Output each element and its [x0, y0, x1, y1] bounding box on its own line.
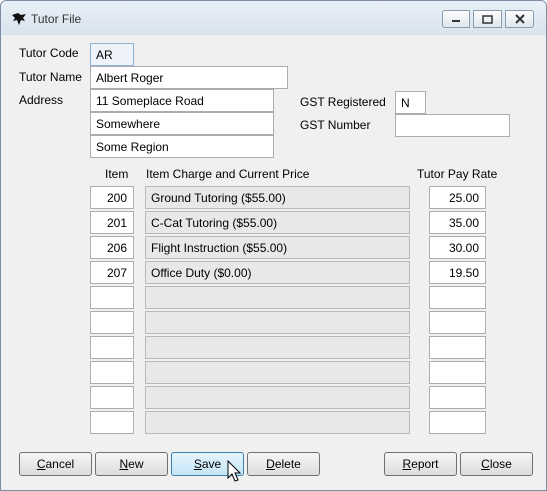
address-label: Address: [19, 93, 64, 107]
close-button-label: Close: [481, 457, 512, 471]
pay-rate-cell[interactable]: 35.00: [429, 211, 486, 234]
delete-button[interactable]: Delete: [247, 452, 320, 476]
charge-cell: [145, 411, 410, 434]
app-logo-icon: [12, 13, 26, 25]
item-cell[interactable]: 207: [90, 261, 134, 284]
charge-column-header: Item Charge and Current Price: [146, 167, 310, 181]
minimize-button[interactable]: [442, 10, 470, 28]
item-cell[interactable]: [90, 336, 134, 359]
close-window-button[interactable]: [505, 10, 534, 28]
charge-cell: [145, 286, 410, 309]
pay-rate-cell[interactable]: 19.50: [429, 261, 486, 284]
charge-cell: Ground Tutoring ($55.00): [145, 186, 410, 209]
tutor-name-label: Tutor Name: [19, 70, 82, 84]
new-button[interactable]: New: [95, 452, 168, 476]
charge-cell: Office Duty ($0.00): [145, 261, 410, 284]
pay-rate-column-header: Tutor Pay Rate: [417, 167, 498, 181]
pay-rate-cell[interactable]: [429, 311, 486, 334]
gst-number-label: GST Number: [300, 118, 371, 132]
item-cell[interactable]: [90, 311, 134, 334]
cancel-button-label: Cancel: [36, 457, 75, 471]
pay-rate-cell[interactable]: [429, 336, 486, 359]
cancel-button[interactable]: Cancel: [19, 452, 92, 476]
address-line-1-field[interactable]: 11 Someplace Road: [90, 89, 274, 112]
charge-cell: [145, 311, 410, 334]
pay-rate-cell[interactable]: [429, 411, 486, 434]
new-button-label: New: [119, 457, 144, 471]
charge-cell: Flight Instruction ($55.00): [145, 236, 410, 259]
item-cell[interactable]: 200: [90, 186, 134, 209]
charge-cell: C-Cat Tutoring ($55.00): [145, 211, 410, 234]
save-button-label: Save: [193, 457, 222, 471]
address-line-2-field[interactable]: Somewhere: [90, 112, 274, 135]
charge-cell: [145, 336, 410, 359]
window-title: Tutor File: [31, 12, 82, 26]
tutor-name-field[interactable]: Albert Roger: [90, 66, 288, 89]
gst-registered-label: GST Registered: [300, 95, 386, 109]
delete-button-label: Delete: [266, 457, 301, 471]
address-line-3-field[interactable]: Some Region: [90, 135, 274, 158]
item-cell[interactable]: 206: [90, 236, 134, 259]
close-icon: [514, 14, 525, 24]
gst-number-field[interactable]: [395, 114, 510, 137]
charge-cell: [145, 361, 410, 384]
close-button[interactable]: Close: [460, 452, 533, 476]
gst-registered-field[interactable]: N: [395, 91, 426, 114]
item-cell[interactable]: [90, 386, 134, 409]
item-column-header: Item: [105, 167, 129, 181]
item-cell[interactable]: [90, 411, 134, 434]
tutor-file-window: Tutor File Tutor Code AR Tutor Name Albe…: [0, 0, 547, 491]
pay-rate-cell[interactable]: [429, 386, 486, 409]
report-button-label: Report: [402, 457, 439, 471]
pay-rate-cell[interactable]: [429, 361, 486, 384]
report-button[interactable]: Report: [384, 452, 457, 476]
title-bar[interactable]: Tutor File: [1, 1, 546, 35]
item-cell[interactable]: [90, 361, 134, 384]
maximize-button[interactable]: [473, 10, 502, 28]
pay-rate-cell[interactable]: [429, 286, 486, 309]
minimize-icon: [452, 20, 460, 22]
tutor-code-label: Tutor Code: [19, 46, 79, 60]
tutor-code-field[interactable]: AR: [90, 43, 134, 66]
item-cell[interactable]: [90, 286, 134, 309]
mouse-pointer-icon: [227, 460, 242, 482]
charge-cell: [145, 386, 410, 409]
pay-rate-cell[interactable]: 30.00: [429, 236, 486, 259]
maximize-icon: [482, 14, 493, 24]
item-cell[interactable]: 201: [90, 211, 134, 234]
pay-rate-cell[interactable]: 25.00: [429, 186, 486, 209]
